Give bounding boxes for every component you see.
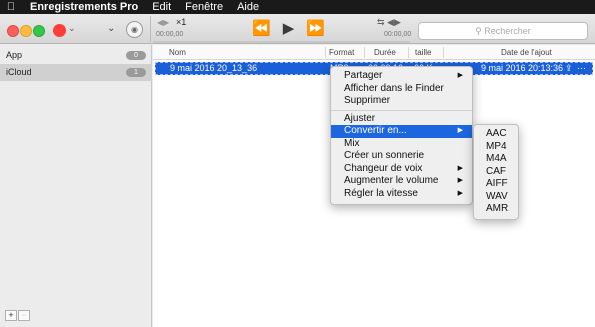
menu-item-label: Mix bbox=[344, 137, 360, 149]
menu-item-label: Changeur de voix bbox=[344, 162, 423, 174]
table-header: Nom Format Durée taille Date de l'ajout bbox=[153, 45, 595, 60]
submenu-arrow-icon: ▶ bbox=[457, 189, 463, 197]
count-badge: 1 bbox=[126, 68, 146, 77]
menu-item-changeur-voix[interactable]: Changeur de voix ▶ bbox=[331, 163, 472, 176]
current-time: 00:00,00 bbox=[156, 31, 184, 38]
column-date[interactable]: Date de l'ajout bbox=[501, 48, 552, 57]
record-button[interactable] bbox=[53, 24, 66, 37]
menu-divider bbox=[331, 109, 472, 111]
menu-item-mix[interactable]: Mix bbox=[331, 138, 472, 151]
column-name[interactable]: Nom bbox=[169, 48, 186, 57]
menu-item-convertir[interactable]: Convertir en... ▶ bbox=[331, 125, 472, 138]
toolbar: ⌄ ⌄ ◉ ◀▶ ×1 00:00,00 ⏪ ▶ ⏩ ⇆ ◀▶ 00:00,00… bbox=[0, 14, 595, 44]
minimize-window-button[interactable] bbox=[20, 25, 32, 37]
menu-item-label: Régler la vitesse bbox=[344, 187, 418, 199]
playback-speed[interactable]: ×1 bbox=[176, 17, 186, 27]
total-time: 00:00,00 bbox=[384, 31, 412, 38]
column-duration[interactable]: Durée bbox=[374, 48, 396, 57]
remove-button[interactable]: − bbox=[18, 310, 30, 321]
format-option-wav[interactable]: WAV bbox=[474, 191, 518, 204]
menu-item-supprimer[interactable]: Supprimer bbox=[331, 95, 472, 108]
format-option-m4a[interactable]: M4A bbox=[474, 153, 518, 166]
sidebar-footer: + − bbox=[5, 310, 30, 321]
add-button[interactable]: + bbox=[5, 310, 17, 321]
sidebar-item-label: iCloud bbox=[6, 67, 32, 77]
sidebar: App 0 iCloud 1 + − bbox=[0, 45, 152, 327]
menu-item-label: Créer un sonnerie bbox=[344, 150, 425, 161]
menu-item-label: Ajuster bbox=[344, 112, 376, 124]
apple-icon[interactable]:  bbox=[0, 1, 22, 13]
recording-date: 9 mai 2016 20:13:36 bbox=[481, 63, 564, 73]
menu-edit[interactable]: Edit bbox=[145, 1, 178, 13]
column-divider bbox=[443, 47, 444, 58]
menu-aide[interactable]: Aide bbox=[230, 1, 266, 13]
rewind-icon[interactable]: ⏪ bbox=[252, 19, 271, 37]
format-option-amr[interactable]: AMR bbox=[474, 203, 518, 216]
sidebar-item-icloud[interactable]: iCloud 1 bbox=[0, 64, 152, 81]
sidebar-item-app[interactable]: App 0 bbox=[0, 47, 152, 64]
menu-fenetre[interactable]: Fenêtre bbox=[178, 1, 230, 13]
column-divider bbox=[364, 47, 365, 58]
format-option-caf[interactable]: CAF bbox=[474, 166, 518, 179]
menu-item-label: Convertir en... bbox=[344, 125, 407, 136]
record-options-chevron-icon[interactable]: ⌄ bbox=[68, 23, 76, 34]
column-format[interactable]: Format bbox=[329, 48, 354, 57]
more-options-icon[interactable]: ⋯ bbox=[577, 63, 586, 74]
context-menu: Partager ▶ Afficher dans le Finder Suppri… bbox=[330, 66, 473, 205]
menu-item-label: Supprimer bbox=[344, 95, 391, 106]
column-size[interactable]: taille bbox=[415, 48, 431, 57]
menu-item-label: Afficher dans le Finder bbox=[344, 82, 444, 94]
menu-item-partager[interactable]: Partager ▶ bbox=[331, 70, 472, 83]
transport-controls: ⏪ ▶ ⏩ bbox=[252, 19, 325, 37]
chevron-down-icon[interactable]: ⌄ bbox=[107, 23, 115, 34]
play-icon[interactable]: ▶ bbox=[283, 19, 295, 37]
menu-item-augmenter-volume[interactable]: Augmenter le volume ▶ bbox=[331, 175, 472, 188]
count-badge: 0 bbox=[126, 51, 146, 60]
input-level-icon[interactable]: ◉ bbox=[126, 21, 143, 38]
loop-icon[interactable]: ⇆ ◀▶ bbox=[377, 17, 401, 28]
menu-item-creer-sonnerie[interactable]: Créer un sonnerie bbox=[331, 150, 472, 163]
format-option-mp4[interactable]: MP4 bbox=[474, 141, 518, 154]
submenu-arrow-icon: ▶ bbox=[457, 72, 463, 79]
search-placeholder: Rechercher bbox=[484, 26, 531, 36]
submenu-arrow-icon: ▶ bbox=[457, 127, 463, 134]
recording-name: 9 mai 2016 20_13_36 bbox=[170, 63, 258, 73]
convert-submenu: AAC MP4 M4A CAF AIFF WAV AMR bbox=[473, 124, 519, 220]
submenu-arrow-icon: ▶ bbox=[457, 177, 463, 184]
share-icon[interactable]: ⇪ bbox=[565, 63, 573, 74]
toolbar-divider bbox=[150, 16, 151, 42]
column-divider bbox=[325, 47, 326, 58]
search-icon: ⚲ bbox=[475, 26, 482, 36]
fast-forward-icon[interactable]: ⏩ bbox=[306, 19, 325, 37]
menu-bar:  Enregistrements Pro Edit Fenêtre Aide bbox=[0, 0, 595, 14]
format-option-aac[interactable]: AAC bbox=[474, 128, 518, 141]
menu-item-label: Augmenter le volume bbox=[344, 175, 439, 186]
menu-item-label: Partager bbox=[344, 70, 383, 81]
menu-app-name[interactable]: Enregistrements Pro bbox=[22, 1, 145, 13]
search-input[interactable]: ⚲ Rechercher bbox=[418, 22, 588, 40]
column-divider bbox=[408, 47, 409, 58]
format-option-aiff[interactable]: AIFF bbox=[474, 178, 518, 191]
menu-item-afficher-finder[interactable]: Afficher dans le Finder bbox=[331, 83, 472, 96]
submenu-arrow-icon: ▶ bbox=[457, 164, 463, 172]
menu-item-regler-vitesse[interactable]: Régler la vitesse ▶ bbox=[331, 188, 472, 201]
sidebar-item-label: App bbox=[6, 50, 23, 60]
menu-item-ajuster[interactable]: Ajuster bbox=[331, 113, 472, 126]
playback-progress-bar[interactable] bbox=[153, 41, 410, 43]
zoom-window-button[interactable] bbox=[33, 25, 45, 37]
speed-stepper-icon[interactable]: ◀▶ bbox=[157, 18, 169, 27]
close-window-button[interactable] bbox=[7, 25, 19, 37]
